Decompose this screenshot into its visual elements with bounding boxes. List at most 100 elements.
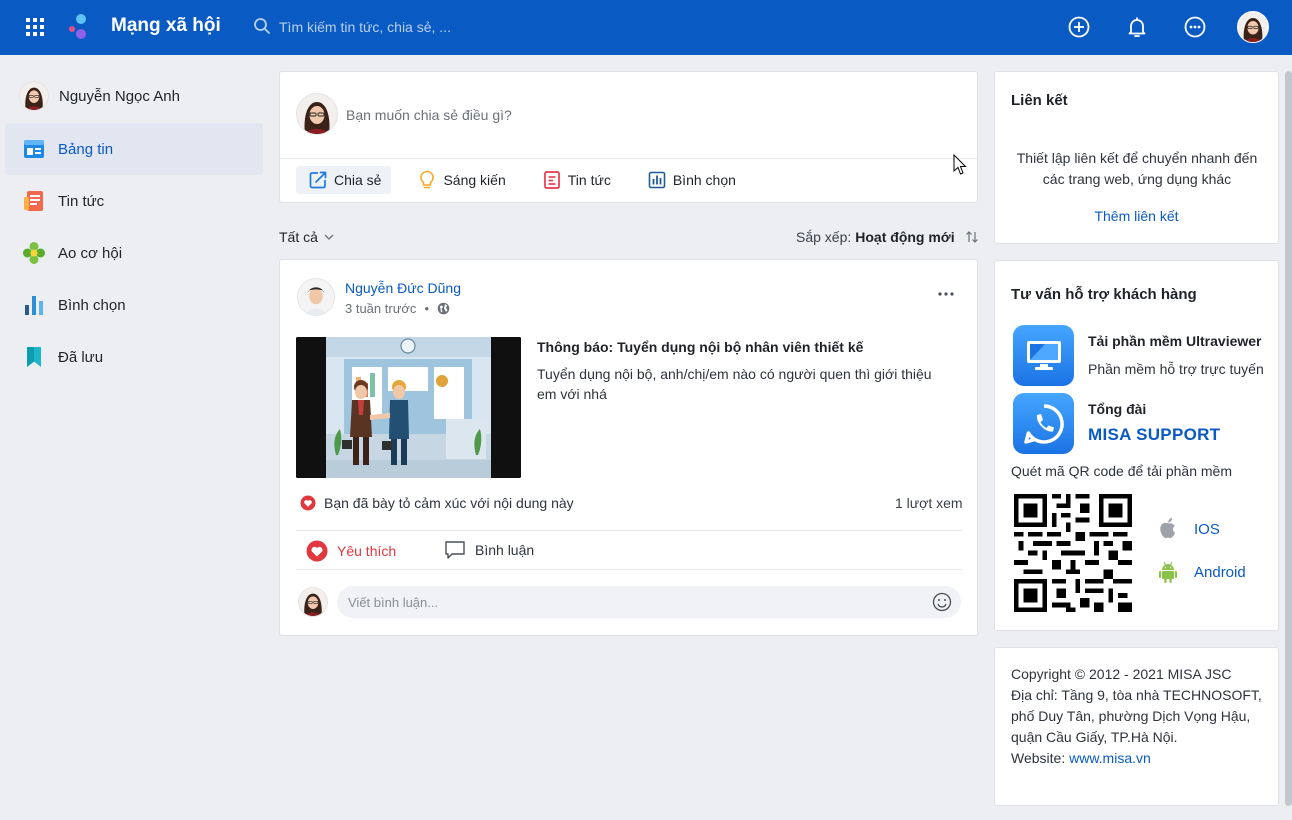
- mouse-cursor-icon: [953, 154, 967, 175]
- add-icon[interactable]: [1067, 15, 1091, 39]
- emoji-icon[interactable]: [932, 592, 952, 612]
- support-card: Tư vấn hỗ trợ khách hàng Tải phần mềm Ul…: [994, 260, 1279, 631]
- ultraviewer-download[interactable]: Tải phần mềm Ultraviewer Phần mềm hỗ trợ…: [1013, 325, 1264, 386]
- post-author[interactable]: Nguyễn Đức Dũng: [345, 280, 461, 296]
- opportunity-icon: [23, 242, 45, 264]
- divider: [280, 158, 977, 159]
- like-button[interactable]: Yêu thích: [306, 540, 396, 562]
- footer-card: Copyright © 2012 - 2021 MISA JSC Địa chỉ…: [994, 647, 1279, 806]
- android-icon: [1159, 561, 1177, 583]
- apple-icon: [1160, 518, 1175, 539]
- feed-sort[interactable]: Sắp xếp: Hoạt động mới: [796, 229, 979, 245]
- sidebar-item-poll[interactable]: Bình chọn: [5, 279, 263, 331]
- comment-input[interactable]: [337, 586, 961, 618]
- divider: [296, 530, 962, 531]
- qr-caption: Quét mã QR code để tải phần mềm: [1011, 463, 1232, 479]
- sidebar-item-label: Đã lưu: [58, 348, 104, 366]
- sidebar-item-label: Ao cơ hội: [58, 244, 123, 262]
- android-label: Android: [1194, 563, 1246, 581]
- qr-code: [1014, 494, 1132, 612]
- post-time: 3 tuần trước: [345, 301, 417, 316]
- app-launcher-icon[interactable]: [26, 18, 44, 36]
- ultraviewer-title: Tải phần mềm Ultraviewer: [1088, 333, 1262, 349]
- user-avatar: [19, 81, 49, 111]
- bookmark-icon: [27, 347, 41, 367]
- separator-dot: •: [424, 301, 429, 316]
- top-bar: Mạng xã hội: [0, 0, 1292, 55]
- links-card: Liên kết Thiết lập liên kết để chuyển nh…: [994, 71, 1279, 244]
- logo-icon[interactable]: [66, 12, 94, 40]
- sidebar-item-saved[interactable]: Đã lưu: [5, 331, 263, 383]
- initiative-button[interactable]: Sáng kiến: [405, 166, 515, 194]
- author-avatar[interactable]: [297, 278, 335, 316]
- lightbulb-icon: [420, 170, 435, 189]
- user-avatar[interactable]: [1237, 11, 1269, 43]
- globe-icon: [437, 302, 450, 315]
- notification-bell-icon[interactable]: [1125, 15, 1149, 39]
- post-meta: 3 tuần trước •: [345, 301, 450, 316]
- share-button[interactable]: Chia sẻ: [296, 166, 392, 194]
- ios-download-link[interactable]: IOS: [1157, 517, 1220, 541]
- sidebar-item-label: Tin tức: [58, 192, 105, 210]
- sort-value: Hoạt động mới: [855, 229, 955, 245]
- like-label: Yêu thích: [337, 543, 397, 559]
- news-label: Tin tức: [567, 172, 611, 188]
- add-link-button[interactable]: Thêm liên kết: [995, 208, 1278, 224]
- hotline-title: Tổng đài: [1088, 401, 1147, 417]
- ios-label: IOS: [1194, 520, 1220, 538]
- app-title[interactable]: Mạng xã hội: [111, 15, 221, 37]
- comment-label: Bình luận: [475, 542, 535, 558]
- sidebar-user[interactable]: Nguyễn Ngọc Anh: [19, 81, 180, 111]
- news-button[interactable]: Tin tức: [530, 166, 621, 194]
- address-line-3: quận Cầu Giấy, TP.Hà Nội.: [1011, 729, 1178, 745]
- heart-icon: [306, 540, 328, 562]
- chevron-down-icon: [324, 234, 334, 240]
- composer-avatar: [296, 93, 338, 135]
- phone-icon: [1013, 393, 1074, 454]
- more-options-icon[interactable]: [936, 284, 956, 304]
- copyright-text: Copyright © 2012 - 2021 MISA JSC: [1011, 666, 1232, 682]
- comment-button[interactable]: Bình luận: [444, 540, 534, 560]
- sidebar-item-label: Bình chọn: [58, 296, 126, 314]
- sidebar-item-label: Bảng tin: [58, 140, 114, 158]
- post-title[interactable]: Thông báo: Tuyển dụng nội bộ nhân viên t…: [537, 339, 863, 355]
- newsfeed-icon: [24, 140, 44, 158]
- links-description: Thiết lập liên kết để chuyển nhanh đến c…: [1016, 150, 1258, 187]
- hotline[interactable]: Tổng đài MISA SUPPORT: [1013, 393, 1220, 454]
- view-count[interactable]: 1 lượt xem: [895, 495, 963, 511]
- share-icon: [309, 171, 327, 189]
- ultraviewer-description: Phần mềm hỗ trợ trực tuyến: [1088, 361, 1264, 377]
- poll-icon: [25, 296, 43, 315]
- sidebar-nav: Bảng tin Tin tức Ao cơ hội Bình chọn Đã …: [5, 123, 263, 383]
- reaction-text: Bạn đã bày tỏ cảm xúc với nội dung này: [324, 495, 574, 511]
- sidebar-item-newsfeed[interactable]: Bảng tin: [5, 123, 263, 175]
- links-title: Liên kết: [1011, 92, 1068, 109]
- website-label: Website:: [1011, 750, 1066, 766]
- post-card: Nguyễn Đức Dũng 3 tuần trước • Thông báo…: [279, 259, 978, 636]
- user-name: Nguyễn Ngọc Anh: [59, 87, 180, 105]
- android-download-link[interactable]: Android: [1157, 560, 1246, 584]
- support-title: Tư vấn hỗ trợ khách hàng: [1011, 286, 1197, 303]
- poll-label: Bình chọn: [672, 172, 736, 188]
- address-line-1: Địa chỉ: Tầng 9, tòa nhà TECHNOSOFT,: [1011, 687, 1262, 703]
- comment-avatar: [298, 587, 328, 617]
- divider: [296, 569, 962, 570]
- sort-icon: [965, 231, 978, 243]
- scrollbar[interactable]: [1285, 71, 1292, 806]
- post-composer: Bạn muốn chia sẻ điều gì? Chia sẻ Sáng k…: [279, 71, 978, 203]
- more-options-icon[interactable]: [1183, 15, 1207, 39]
- reaction-summary[interactable]: Bạn đã bày tỏ cảm xúc với nội dung này: [300, 495, 574, 511]
- post-thumbnail[interactable]: [296, 337, 521, 478]
- website-link[interactable]: www.misa.vn: [1069, 750, 1151, 766]
- feed-filter-dropdown[interactable]: Tất cả: [279, 229, 334, 245]
- heart-icon: [300, 495, 316, 511]
- poll-button[interactable]: Bình chọn: [635, 166, 746, 194]
- poll-icon: [648, 171, 666, 189]
- post-description: Tuyển dụng nội bộ, anh/chị/em nào có ngư…: [537, 366, 932, 402]
- search-input[interactable]: [279, 14, 699, 40]
- sidebar-item-news[interactable]: Tin tức: [5, 175, 263, 227]
- news-icon: [543, 171, 560, 189]
- sidebar-item-opportunity[interactable]: Ao cơ hội: [5, 227, 263, 279]
- composer-prompt[interactable]: Bạn muốn chia sẻ điều gì?: [346, 107, 512, 123]
- composer-actions: Chia sẻ Sáng kiến Tin tức Bình chọn: [296, 166, 760, 194]
